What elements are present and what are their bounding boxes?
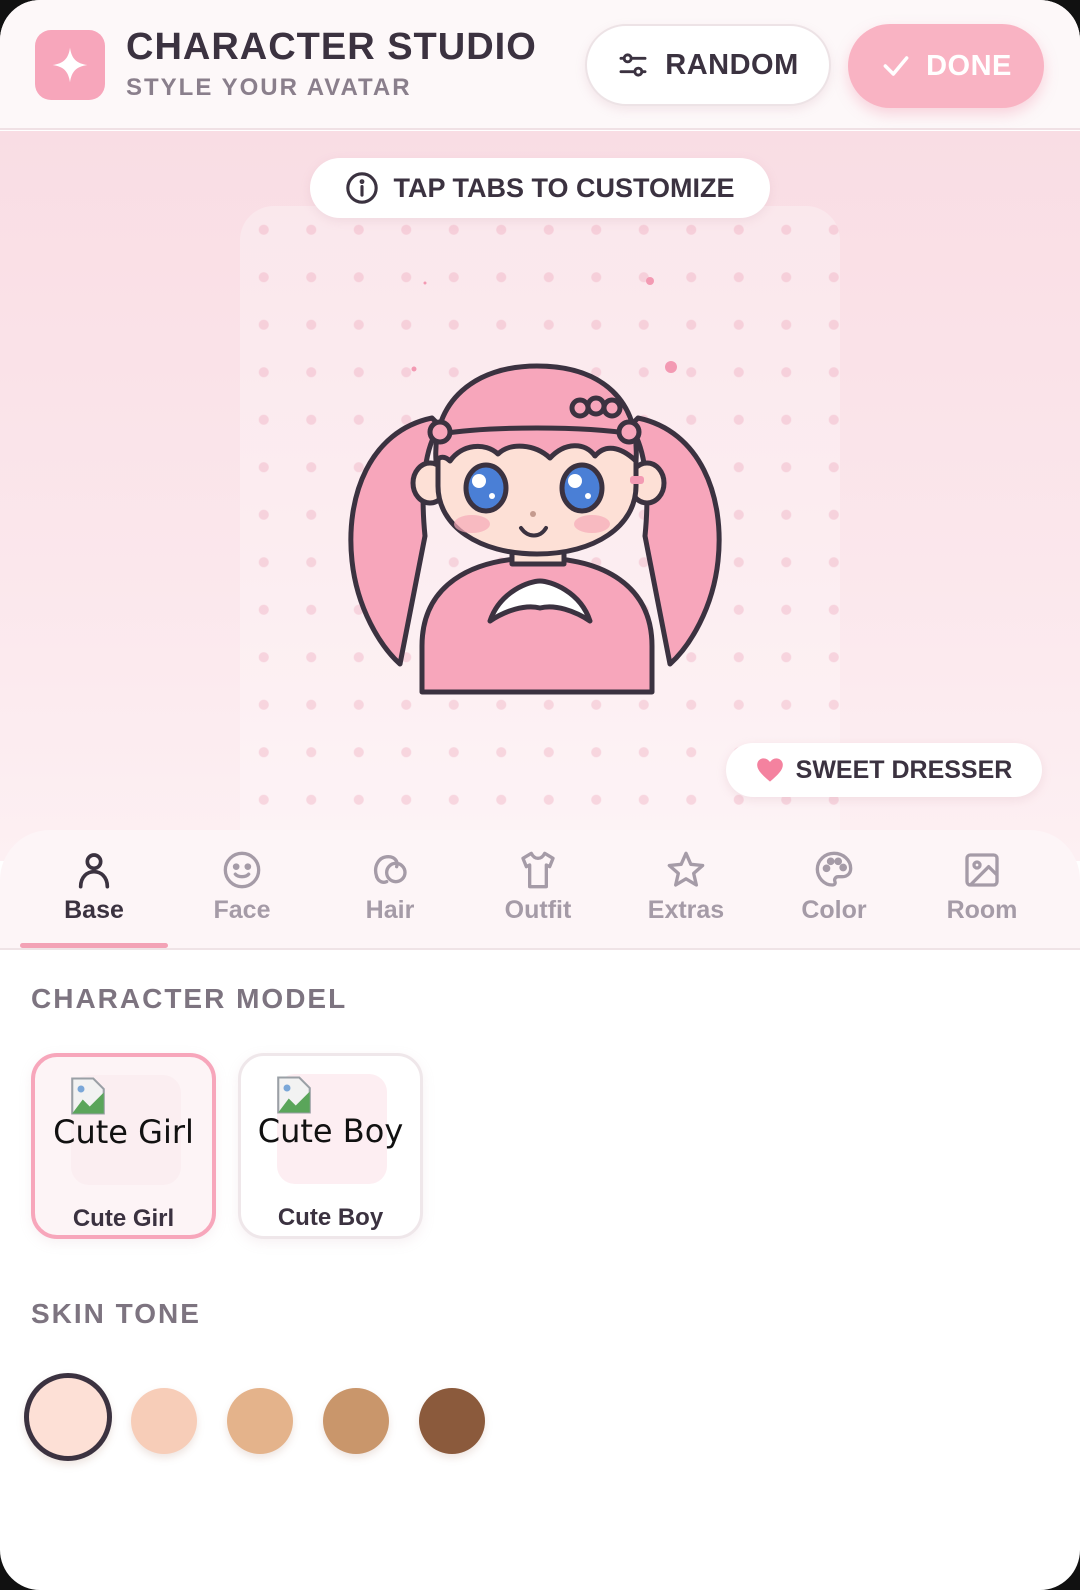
app-screen: CHARACTER STUDIO STYLE YOUR AVATAR RANDO… <box>0 0 1080 1590</box>
star-icon <box>667 851 705 887</box>
tab-label: Base <box>64 896 124 924</box>
tab-color[interactable]: Color <box>760 830 908 950</box>
shirt-icon <box>521 851 555 889</box>
tab-hair[interactable]: Hair <box>316 830 464 950</box>
tab-label: Hair <box>365 896 415 924</box>
person-icon <box>78 853 110 889</box>
badge-text: SWEET DRESSER <box>795 755 1013 784</box>
random-label: RANDOM <box>665 48 799 81</box>
heart-icon <box>756 758 783 782</box>
sliders-icon <box>619 53 647 77</box>
model-option-cute-boy[interactable]: Cute Boy Cute Boy <box>238 1053 423 1239</box>
skin-tone-swatch-3[interactable] <box>227 1388 293 1454</box>
tab-extras[interactable]: Extras <box>612 830 760 950</box>
header: CHARACTER STUDIO STYLE YOUR AVATAR RANDO… <box>0 0 1080 130</box>
character-model-heading: CHARACTER MODEL <box>31 983 348 1014</box>
sparkle-icon <box>52 47 88 83</box>
tab-label: Room <box>946 896 1018 924</box>
skin-tone-swatch-5[interactable] <box>419 1388 485 1454</box>
model-alt-text: Cute Boy <box>257 1112 404 1150</box>
skin-tone-heading: SKIN TONE <box>31 1298 201 1329</box>
avatar-stage: TAP TABS TO CUSTOMIZE SWEET DRESSER <box>0 131 1080 961</box>
tab-label: Outfit <box>504 896 572 924</box>
hair-icon <box>374 854 407 884</box>
category-tabs: Base Face Hair Outfit Extras Color Room <box>0 830 1080 950</box>
check-icon <box>883 56 909 76</box>
model-option-cute-girl[interactable]: Cute Girl Cute Girl <box>31 1053 216 1239</box>
done-button[interactable]: DONE <box>848 24 1044 108</box>
broken-image-icon <box>71 1077 105 1115</box>
tab-base[interactable]: Base <box>20 830 168 950</box>
skin-tone-swatch-1[interactable] <box>24 1373 112 1461</box>
random-button[interactable]: RANDOM <box>585 24 831 106</box>
active-tab-indicator <box>20 943 168 948</box>
skin-tone-swatch-4[interactable] <box>323 1388 389 1454</box>
model-label: Cute Boy <box>277 1204 384 1231</box>
done-label: DONE <box>926 49 1012 82</box>
tab-label: Extras <box>647 896 725 924</box>
tab-face[interactable]: Face <box>168 830 316 950</box>
image-icon <box>965 853 999 887</box>
model-label: Cute Girl <box>72 1205 175 1232</box>
app-title: CHARACTER STUDIO <box>126 26 537 68</box>
title-badge: SWEET DRESSER <box>726 743 1042 797</box>
broken-image-icon <box>277 1076 311 1114</box>
skin-tone-swatch-2[interactable] <box>131 1388 197 1454</box>
palette-icon <box>815 851 853 887</box>
app-logo <box>35 30 105 100</box>
app-subtitle: STYLE YOUR AVATAR <box>126 74 412 101</box>
tab-room[interactable]: Room <box>908 830 1056 950</box>
tab-label: Color <box>801 896 867 924</box>
tab-label: Face <box>213 896 271 924</box>
smiley-icon <box>223 851 261 889</box>
model-alt-text: Cute Girl <box>53 1113 194 1151</box>
avatar-character <box>348 363 722 695</box>
tab-outfit[interactable]: Outfit <box>464 830 612 950</box>
